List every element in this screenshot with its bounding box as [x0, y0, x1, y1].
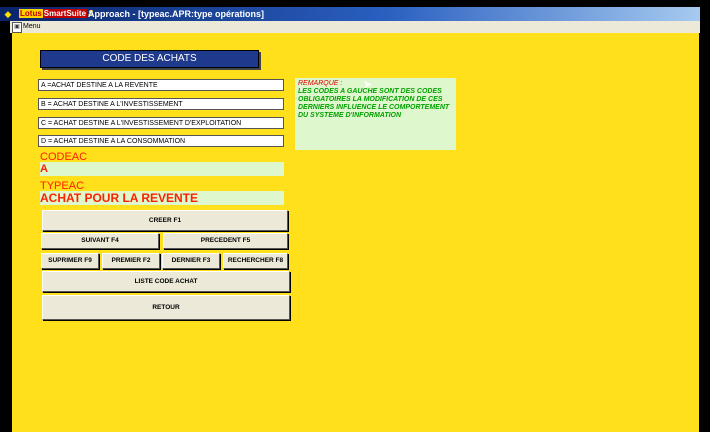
mouse-cursor-icon: ➤	[363, 79, 373, 91]
remark-text: LES CODES A GAUCHE SONT DES CODES OBLIGA…	[298, 88, 450, 119]
liste-code-achat-button[interactable]: LISTE CODE ACHAT	[42, 271, 290, 292]
menu-bar: ▣ Menu	[10, 21, 700, 33]
form-header: CODE DES ACHATS	[40, 50, 259, 68]
document-icon[interactable]: ▣	[12, 22, 22, 33]
typeac-field[interactable]: ACHAT POUR LA REVENTE	[40, 191, 284, 205]
retour-button[interactable]: RETOUR	[42, 295, 290, 320]
precedent-button[interactable]: PRECEDENT F5	[163, 233, 288, 249]
code-description-field[interactable]: B = ACHAT DESTINE A L'INVESTISSEMENT	[38, 98, 284, 110]
rechercher-button[interactable]: RECHERCHER F8	[223, 253, 288, 269]
app-brand-logo: Lotus SmartSuite S	[17, 9, 95, 19]
code-description-field[interactable]: A =ACHAT DESTINE A LA REVENTE	[38, 79, 284, 91]
creer-button[interactable]: CREER F1	[42, 210, 288, 231]
window-title: Approach - [typeac.APR:type opérations]	[88, 9, 265, 19]
brand-part2: SmartSuite	[42, 9, 88, 18]
screen: ◆ Lotus SmartSuite S Approach - [typeac.AP…	[0, 0, 710, 432]
code-description-field[interactable]: D = ACHAT DESTINE A LA CONSOMMATION	[38, 135, 284, 147]
dernier-button[interactable]: DERNIER F3	[162, 253, 220, 269]
suivant-button[interactable]: SUIVANT F4	[41, 233, 159, 249]
supprimer-button[interactable]: SUPRIMER F9	[41, 253, 99, 269]
brand-part1: Lotus	[19, 9, 43, 18]
premier-button[interactable]: PREMIER F2	[102, 253, 160, 269]
title-bar[interactable]: ◆ Lotus SmartSuite S Approach - [typeac.AP…	[0, 7, 700, 21]
app-system-icon[interactable]: ◆	[3, 9, 13, 19]
remark-box: REMARQUE : LES CODES A GAUCHE SONT DES C…	[295, 78, 456, 150]
code-description-field[interactable]: C = ACHAT DESTINE A L'INVESTISSEMENT D'E…	[38, 117, 284, 129]
codeac-field[interactable]: A	[40, 162, 284, 176]
form-canvas: CODE DES ACHATS A =ACHAT DESTINE A LA RE…	[12, 33, 699, 432]
menu-item-menu[interactable]: Menu	[23, 21, 41, 33]
remark-title: REMARQUE :	[298, 80, 343, 87]
